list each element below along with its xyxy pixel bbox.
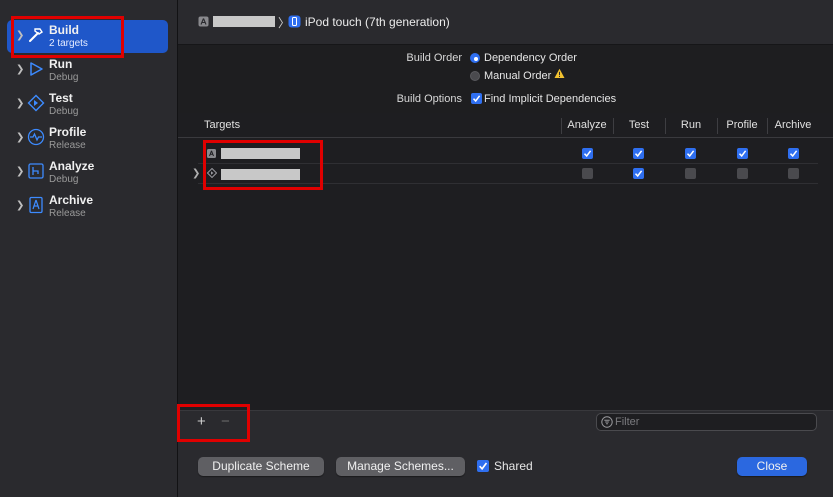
remove-target-button[interactable]: − [221,413,230,430]
sidebar-item-title: Build [49,23,79,37]
find-implicit-dependencies-checkbox[interactable] [471,93,482,104]
analyze-checkbox[interactable] [582,148,593,159]
filter-input[interactable] [615,415,810,429]
run-destination-device[interactable]: iPod touch (7th generation) [305,15,450,29]
sidebar-item-subtitle: Debug [49,106,79,117]
disclosure-chevron-icon[interactable]: ❯ [16,132,24,143]
sidebar-item-subtitle: Release [49,140,86,151]
filter-icon [601,416,613,428]
disclosure-chevron-icon[interactable]: ❯ [16,64,24,75]
sidebar-item-subtitle: Debug [49,72,79,83]
run-checkbox[interactable] [685,148,696,159]
disclosure-chevron-icon[interactable]: ❯ [16,166,24,177]
column-header-test[interactable]: Test [614,119,664,131]
dependency-order-label[interactable]: Dependency Order [484,52,577,64]
redacted-target-name [221,169,300,180]
shared-checkbox[interactable] [477,460,489,472]
dependency-order-radio[interactable] [470,53,480,63]
hammer-icon [29,28,43,42]
manage-schemes-button[interactable]: Manage Schemes... [336,457,465,476]
column-header-profile[interactable]: Profile [718,119,766,131]
sidebar-item-test[interactable]: ❯ Test Debug [7,88,168,121]
run-checkbox[interactable] [685,168,696,179]
sidebar-item-title: Analyze [49,159,95,173]
sidebar-item-subtitle: Debug [49,174,79,185]
test-diamond-icon [27,94,45,112]
play-icon [30,62,43,76]
sidebar-item-title: Test [49,91,73,105]
test-checkbox[interactable] [633,148,644,159]
duplicate-scheme-button[interactable]: Duplicate Scheme [198,457,324,476]
sidebar-item-subtitle: Release [49,208,86,219]
sidebar-item-title: Profile [49,125,87,139]
sidebar-item-analyze[interactable]: ❯ Analyze Debug [7,156,168,189]
scheme-breadcrumb-bar: 〉 iPod touch (7th generation) [178,0,833,45]
test-target-icon [207,168,217,178]
test-checkbox[interactable] [633,168,644,179]
column-header-targets[interactable]: Targets [204,119,240,131]
manual-order-radio[interactable] [470,71,480,81]
profile-checkbox[interactable] [737,168,748,179]
build-options-label: Build Options [396,93,462,105]
disclosure-chevron-icon[interactable]: ❯ [16,98,24,109]
disclosure-chevron-icon[interactable]: ❯ [192,168,200,179]
device-icon [288,15,301,28]
sidebar-item-build[interactable]: ❯ Build 2 targets [7,20,168,53]
disclosure-chevron-icon[interactable]: ❯ [16,30,24,41]
column-header-run[interactable]: Run [666,119,716,131]
analyze-checkbox[interactable] [582,168,593,179]
sidebar-item-subtitle: 2 targets [49,38,88,49]
find-implicit-dependencies-label[interactable]: Find Implicit Dependencies [484,93,616,105]
column-header-archive[interactable]: Archive [768,119,818,131]
app-target-icon [198,16,209,27]
sidebar-item-archive[interactable]: ❯ Archive Release [7,190,168,223]
redacted-scheme-name[interactable] [213,16,275,27]
archive-checkbox[interactable] [788,168,799,179]
sidebar-item-run[interactable]: ❯ Run Debug [7,54,168,87]
sidebar-item-profile[interactable]: ❯ Profile Release [7,122,168,155]
app-target-icon [207,149,216,158]
filter-field[interactable] [596,413,817,431]
profile-wave-icon [27,128,45,146]
disclosure-chevron-icon[interactable]: ❯ [16,200,24,211]
sidebar-item-title: Run [49,57,73,71]
sidebar-item-title: Archive [49,193,94,207]
build-order-label: Build Order [406,52,462,64]
archive-checkbox[interactable] [788,148,799,159]
scheme-sidebar: ❯ Build 2 targets ❯ Run Debug ❯ Test Deb… [0,0,178,497]
redacted-target-name [221,148,300,159]
add-target-button[interactable]: + [197,413,206,430]
manual-order-label[interactable]: Manual Order [484,70,551,82]
profile-checkbox[interactable] [737,148,748,159]
archive-doc-icon [29,196,43,214]
close-button[interactable]: Close [737,457,807,476]
warning-icon [554,68,565,78]
analyze-bracket-icon [28,163,44,179]
shared-label[interactable]: Shared [494,459,533,473]
column-header-analyze[interactable]: Analyze [562,119,612,131]
